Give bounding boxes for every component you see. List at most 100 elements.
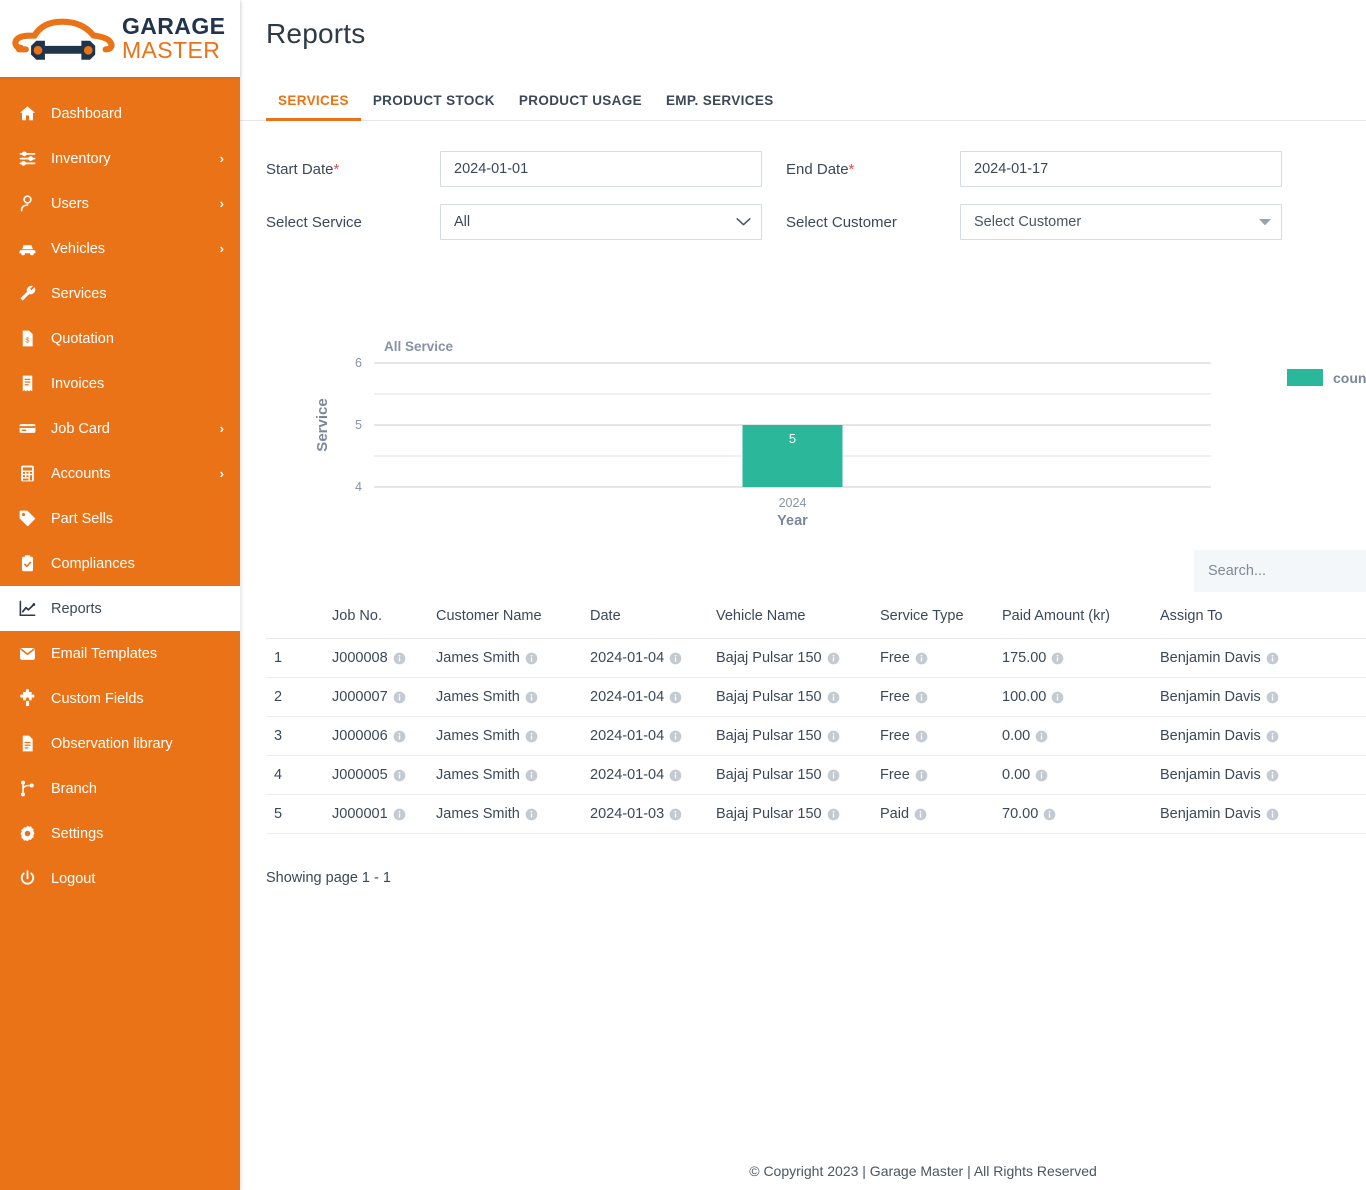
- home-icon: [18, 104, 40, 124]
- info-icon[interactable]: [1035, 730, 1048, 743]
- info-icon[interactable]: [669, 769, 682, 782]
- sidebar-item-users[interactable]: Users ›: [0, 181, 240, 226]
- sidebar-item-observation-library[interactable]: Observation library: [0, 721, 240, 766]
- info-icon[interactable]: [525, 652, 538, 665]
- info-icon[interactable]: [827, 769, 840, 782]
- cell-customer: James Smith: [430, 794, 584, 834]
- cell-assign-to: Benjamin Davis: [1154, 677, 1366, 717]
- info-icon[interactable]: [525, 730, 538, 743]
- cell-text: 2024-01-03: [590, 806, 665, 822]
- car-icon: [18, 239, 40, 259]
- chevron-right-icon: ›: [219, 151, 224, 166]
- column-header-assign-to: Assign To: [1154, 598, 1366, 639]
- info-icon[interactable]: [915, 730, 928, 743]
- cell-paid-amount: 0.00: [996, 716, 1154, 756]
- cell-text: James Smith: [436, 728, 520, 744]
- report-tabs: SERVICES PRODUCT STOCK PRODUCT USAGE EMP. S…: [240, 77, 1366, 121]
- sidebar-item-custom-fields[interactable]: Custom Fields: [0, 676, 240, 721]
- info-icon[interactable]: [1051, 652, 1064, 665]
- info-icon[interactable]: [669, 691, 682, 704]
- end-date-input[interactable]: [960, 151, 1282, 187]
- table-row: 1 J000008 James Smith 2024-01-04 Bajaj Pulsa…: [266, 638, 1366, 678]
- column-header-index: [266, 598, 326, 639]
- sidebar-item-label: Quotation: [51, 330, 114, 347]
- info-icon[interactable]: [393, 691, 406, 704]
- info-icon[interactable]: [669, 808, 682, 821]
- info-icon[interactable]: [525, 769, 538, 782]
- tab-product-usage[interactable]: PRODUCT USAGE: [507, 93, 654, 120]
- brand-line-garage: GARAGE: [122, 13, 226, 40]
- info-icon[interactable]: [827, 691, 840, 704]
- info-icon[interactable]: [525, 691, 538, 704]
- sidebar-item-dashboard[interactable]: Dashboard: [0, 91, 240, 136]
- sidebar-item-vehicles[interactable]: Vehicles ›: [0, 226, 240, 271]
- cell-job-no: J000007: [326, 677, 430, 717]
- info-icon[interactable]: [915, 652, 928, 665]
- sidebar-item-compliances[interactable]: Compliances: [0, 541, 240, 586]
- info-icon[interactable]: [393, 808, 406, 821]
- tab-product-stock[interactable]: PRODUCT STOCK: [361, 93, 507, 120]
- sidebar-item-branch[interactable]: Branch: [0, 766, 240, 811]
- invoice-icon: [18, 374, 40, 394]
- info-icon[interactable]: [1051, 691, 1064, 704]
- column-header-paid-amount-kr: Paid Amount (kr): [996, 598, 1154, 639]
- services-table-section: Job No.Customer NameDateVehicle NameServ…: [266, 550, 1366, 834]
- sidebar-item-label: Email Templates: [51, 645, 158, 662]
- sidebar-item-logout[interactable]: Logout: [0, 856, 240, 901]
- sidebar-item-settings[interactable]: Settings: [0, 811, 240, 856]
- sidebar-item-services[interactable]: Services: [0, 271, 240, 316]
- tab-emp-services[interactable]: EMP. SERVICES: [654, 93, 786, 120]
- info-icon[interactable]: [1043, 808, 1056, 821]
- select-service-dropdown[interactable]: All: [440, 204, 762, 240]
- required-marker: *: [848, 160, 855, 178]
- info-icon[interactable]: [1266, 652, 1279, 665]
- info-icon[interactable]: [669, 652, 682, 665]
- table-row: 3 J000006 James Smith 2024-01-04 Bajaj Pulsa…: [266, 716, 1366, 756]
- tab-services[interactable]: SERVICES: [266, 93, 361, 121]
- cell-vehicle: Bajaj Pulsar 150: [710, 794, 874, 834]
- info-icon[interactable]: [914, 808, 927, 821]
- sidebar-item-part-sells[interactable]: Part Sells: [0, 496, 240, 541]
- car-wrench-logo-icon: [12, 11, 116, 67]
- cell-text: Bajaj Pulsar 150: [716, 650, 822, 666]
- info-icon[interactable]: [1266, 808, 1279, 821]
- legend-swatch: [1287, 369, 1323, 386]
- sidebar-item-email-templates[interactable]: Email Templates: [0, 631, 240, 676]
- info-icon[interactable]: [827, 808, 840, 821]
- info-icon[interactable]: [827, 730, 840, 743]
- start-date-control: [440, 151, 762, 187]
- app-root: GARAGE MASTER Dashboard Inventory › Users › V…: [0, 0, 1366, 1190]
- info-icon[interactable]: [915, 769, 928, 782]
- sidebar-item-job-card[interactable]: Job Card ›: [0, 406, 240, 451]
- sidebar-item-invoices[interactable]: Invoices: [0, 361, 240, 406]
- sidebar-item-reports[interactable]: Reports: [0, 586, 240, 631]
- sidebar-item-label: Invoices: [51, 375, 105, 392]
- info-icon[interactable]: [1035, 769, 1048, 782]
- filters-form: Start Date* End Date* Select Service: [240, 121, 1366, 297]
- cell-customer: James Smith: [430, 677, 584, 717]
- info-icon[interactable]: [827, 652, 840, 665]
- search-input[interactable]: [1194, 550, 1366, 592]
- sidebar-item-quotation[interactable]: $ Quotation: [0, 316, 240, 361]
- info-icon[interactable]: [915, 691, 928, 704]
- table-body: 1 J000008 James Smith 2024-01-04 Bajaj Pulsa…: [266, 638, 1366, 834]
- sidebar-item-inventory[interactable]: Inventory ›: [0, 136, 240, 181]
- info-icon[interactable]: [1266, 691, 1279, 704]
- start-date-input[interactable]: [440, 151, 762, 187]
- info-icon[interactable]: [1266, 769, 1279, 782]
- brand-text: GARAGE MASTER: [122, 13, 226, 62]
- info-icon[interactable]: [393, 730, 406, 743]
- select-customer-dropdown[interactable]: Select Customer: [960, 204, 1282, 240]
- info-icon[interactable]: [669, 730, 682, 743]
- cell-customer: James Smith: [430, 638, 584, 678]
- info-icon[interactable]: [1266, 730, 1279, 743]
- info-icon[interactable]: [393, 769, 406, 782]
- cell-assign-to: Benjamin Davis: [1154, 716, 1366, 756]
- brand-header[interactable]: GARAGE MASTER: [0, 0, 240, 77]
- info-icon[interactable]: [525, 808, 538, 821]
- info-icon[interactable]: [393, 652, 406, 665]
- main-content: Reports SERVICES PRODUCT STOCK PRODUCT U…: [240, 0, 1366, 1190]
- sidebar-item-accounts[interactable]: Accounts ›: [0, 451, 240, 496]
- services-bar-chart: All Service 4 5 6 Service 5 2024 Year counts: [266, 335, 1366, 550]
- cell-text: Free: [880, 650, 910, 666]
